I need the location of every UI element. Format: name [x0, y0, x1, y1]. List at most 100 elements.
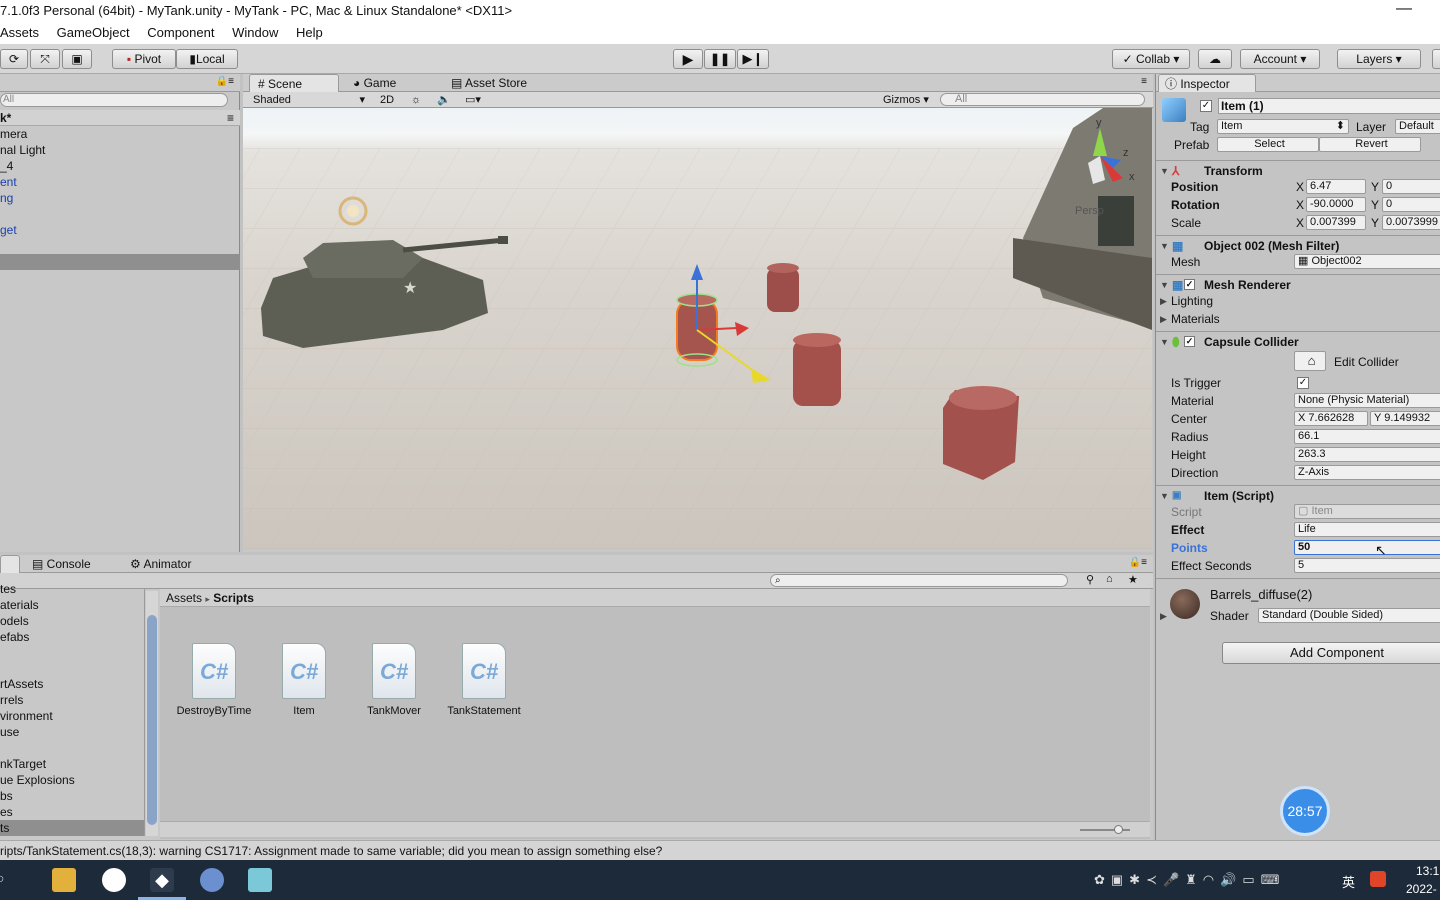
edit-collider-icon[interactable]: ⌂	[1294, 351, 1326, 371]
clock-time[interactable]: 13:1	[1416, 864, 1439, 878]
renderer-enabled-checkbox[interactable]: ✓	[1184, 279, 1195, 290]
transform-header[interactable]: ▼ ⅄ Transform	[1156, 160, 1440, 180]
account-button[interactable]: Account ▾	[1240, 49, 1320, 69]
height-field[interactable]: 263.3	[1294, 447, 1440, 462]
mesh-renderer-header[interactable]: ▼ ▦ ✓ Mesh Renderer	[1156, 274, 1440, 294]
points-field[interactable]: 50	[1294, 540, 1440, 555]
file-explorer-icon[interactable]	[52, 868, 76, 892]
effects-toggle-icon[interactable]: ▭▾	[465, 92, 481, 108]
lock-icon[interactable]: 🔒≡	[1129, 557, 1147, 568]
folder-item[interactable]: vironment	[0, 708, 53, 724]
play-button[interactable]: ▶	[673, 49, 703, 69]
effect-seconds-field[interactable]: 5	[1294, 558, 1440, 573]
folder-item[interactable]: rrels	[0, 692, 23, 708]
lighting-toggle-icon[interactable]: ☼	[411, 92, 421, 108]
menu-assets[interactable]: Assets	[0, 25, 39, 40]
position-y-field[interactable]: 0	[1382, 179, 1440, 194]
tag-dropdown[interactable]: Item ⬍	[1217, 119, 1349, 134]
prefab-select-button[interactable]: Select	[1217, 137, 1319, 152]
console-status-bar[interactable]: ripts/TankStatement.cs(18,3): warning CS…	[0, 840, 1440, 860]
folder-item-selected[interactable]: ts	[0, 820, 144, 836]
radius-field[interactable]: 66.1	[1294, 429, 1440, 444]
folder-item[interactable]: efabs	[0, 629, 29, 645]
physic-material-field[interactable]: None (Physic Material)	[1294, 393, 1440, 408]
prefab-revert-button[interactable]: Revert	[1319, 137, 1421, 152]
tree-scrollbar[interactable]	[146, 591, 158, 836]
active-checkbox[interactable]: ✓	[1200, 100, 1212, 112]
collider-enabled-checkbox[interactable]: ✓	[1184, 336, 1195, 347]
step-button[interactable]: ▶❙	[737, 49, 769, 69]
folder-item[interactable]: ue Explosions	[0, 772, 75, 788]
start-icon[interactable]: ○	[0, 870, 4, 886]
app-icon[interactable]	[248, 868, 272, 892]
unity-icon[interactable]: ◆	[150, 868, 174, 892]
collapse-icon[interactable]: ▶	[1160, 611, 1167, 622]
tab-console[interactable]: ▤ Console	[32, 555, 91, 573]
filter-type-icon[interactable]: ⚲	[1086, 573, 1094, 586]
rect-tool-icon[interactable]: ▣	[62, 49, 92, 69]
layout-button[interactable]	[1432, 49, 1440, 69]
hierarchy-item[interactable]: ng	[0, 190, 13, 206]
tab-asset-store[interactable]: ▤ Asset Store	[451, 74, 527, 92]
scene-menu-icon[interactable]: ≡	[227, 110, 234, 126]
effect-dropdown[interactable]: Life	[1294, 522, 1440, 537]
materials-foldout[interactable]: ▶ Materials	[1156, 310, 1440, 328]
barrel[interactable]	[943, 386, 1019, 480]
favorite-icon[interactable]: ★	[1128, 573, 1138, 586]
hierarchy-item[interactable]: ent	[0, 174, 17, 190]
barrel[interactable]	[767, 263, 799, 312]
scene-header[interactable]: k* ≡	[0, 110, 240, 126]
hierarchy-item[interactable]: _4	[0, 158, 13, 174]
tab-project[interactable]	[0, 555, 20, 573]
gizmos-dropdown[interactable]: Gizmos ▾	[883, 92, 929, 108]
sogou-icon[interactable]	[1370, 871, 1386, 887]
script-file[interactable]: C# DestroyByTime	[169, 643, 259, 717]
lock-icon[interactable]: 🔒≡	[216, 76, 234, 87]
is-trigger-checkbox[interactable]: ✓	[1297, 377, 1309, 389]
system-tray-icons[interactable]: ✿▣✱≺🎤♜◠🔊▭⌨	[1094, 872, 1285, 888]
shading-dropdown[interactable]: Shaded ▾	[253, 92, 365, 108]
mesh-field[interactable]: ▦ Object002	[1294, 254, 1440, 269]
2d-toggle[interactable]: 2D	[376, 92, 398, 108]
pivot-button[interactable]: ▪ Pivot	[112, 49, 176, 69]
rotate-tool-icon[interactable]: ⟳	[0, 49, 28, 69]
center-y-field[interactable]: Y 9.149932	[1370, 411, 1440, 426]
direction-dropdown[interactable]: Z-Axis	[1294, 465, 1440, 480]
folder-item[interactable]: tes	[0, 581, 16, 597]
mesh-filter-header[interactable]: ▼ ▦ Object 002 (Mesh Filter)	[1156, 235, 1440, 255]
local-button[interactable]: ▮Local	[176, 49, 238, 69]
add-component-button[interactable]: Add Component	[1222, 642, 1440, 664]
scale-x-field[interactable]: 0.007399	[1306, 215, 1366, 230]
item-script-header[interactable]: ▼ ▣ Item (Script)	[1156, 485, 1440, 505]
folder-item[interactable]: nkTarget	[0, 756, 46, 772]
lighting-foldout[interactable]: ▶ Lighting	[1156, 292, 1440, 310]
center-x-field[interactable]: X 7.662628	[1294, 411, 1368, 426]
pause-button[interactable]: ❚❚	[704, 49, 736, 69]
object-name-field[interactable]: Item (1)	[1218, 98, 1440, 114]
minimize-button[interactable]: —	[1396, 0, 1412, 20]
folder-item[interactable]: rtAssets	[0, 676, 43, 692]
hierarchy-item[interactable]: get	[0, 222, 17, 238]
scene-viewport[interactable]: ★ y z x Persp	[243, 108, 1152, 550]
folder-item[interactable]: odels	[0, 613, 29, 629]
hierarchy-item[interactable]: nal Light	[0, 142, 45, 158]
menu-gameobject[interactable]: GameObject	[57, 25, 130, 40]
rotation-y-field[interactable]: 0	[1382, 197, 1440, 212]
cloud-icon[interactable]: ☁	[1198, 49, 1232, 69]
tab-game[interactable]: ◕ Game	[353, 74, 396, 92]
ime-indicator[interactable]: 英	[1342, 872, 1355, 891]
breadcrumb-scripts[interactable]: Scripts	[213, 591, 254, 605]
script-file[interactable]: C# Item	[259, 643, 349, 717]
breadcrumb-assets[interactable]: Assets	[166, 591, 202, 605]
tab-inspector[interactable]: ⓘ Inspector	[1158, 74, 1256, 92]
folder-item[interactable]: es	[0, 804, 13, 820]
recording-timer-badge[interactable]: 28:57	[1280, 786, 1330, 836]
tab-scene[interactable]: # Scene	[249, 74, 339, 92]
app-icon[interactable]	[200, 868, 224, 892]
layer-dropdown[interactable]: Default	[1395, 119, 1440, 134]
zoom-slider-thumb[interactable]	[1114, 825, 1123, 834]
scene-menu-icon[interactable]: ≡	[1141, 76, 1147, 87]
script-file[interactable]: C# TankMover	[349, 643, 439, 717]
audio-toggle-icon[interactable]: 🔈	[437, 92, 451, 108]
barrel[interactable]	[793, 333, 841, 406]
